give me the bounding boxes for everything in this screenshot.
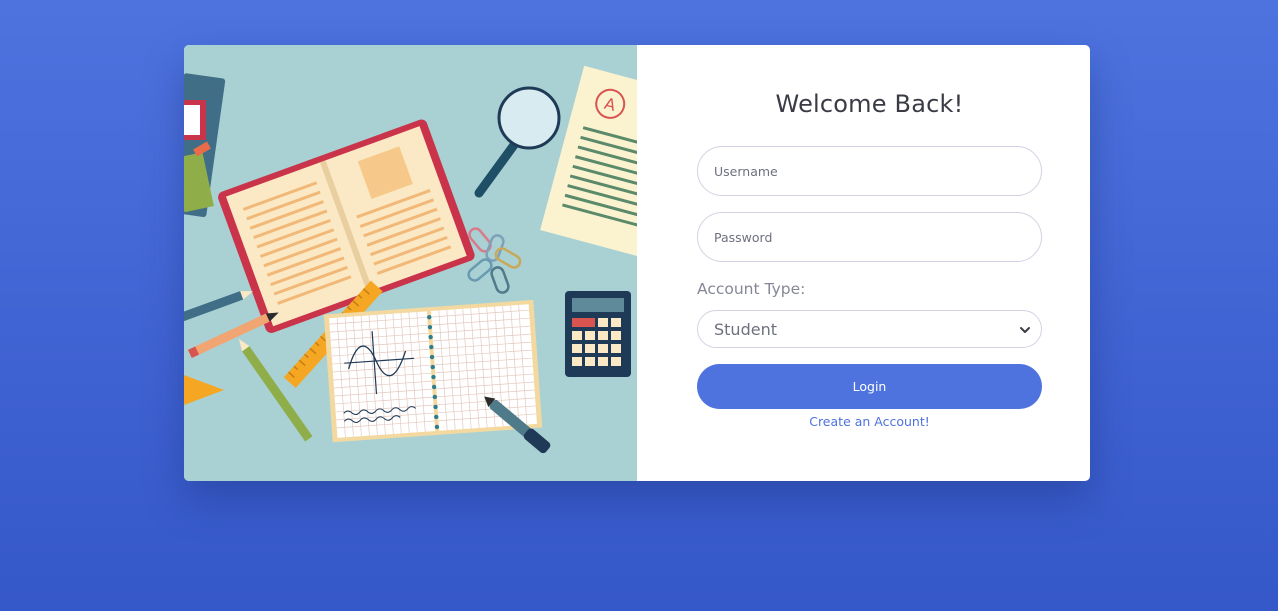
chevron-down-icon [1020,327,1030,333]
account-type-label: Account Type: [697,280,806,298]
calculator-icon [565,291,631,377]
page-title: Welcome Back! [775,90,964,118]
password-input[interactable] [697,212,1042,262]
login-card: A Welcome Back! Username Account Type: S… [184,45,1090,481]
create-account-link[interactable]: Create an Account! [697,414,1042,429]
study-desk-illustration: A [184,45,637,481]
account-type-selected-value: Student [714,320,777,339]
illustration-svg: A [184,45,637,481]
account-type-select[interactable]: Student [697,310,1042,348]
login-button[interactable]: Login [697,364,1042,409]
login-form-panel: Welcome Back! Account Type: Student Logi… [637,45,1090,481]
username-input[interactable] [697,146,1042,196]
